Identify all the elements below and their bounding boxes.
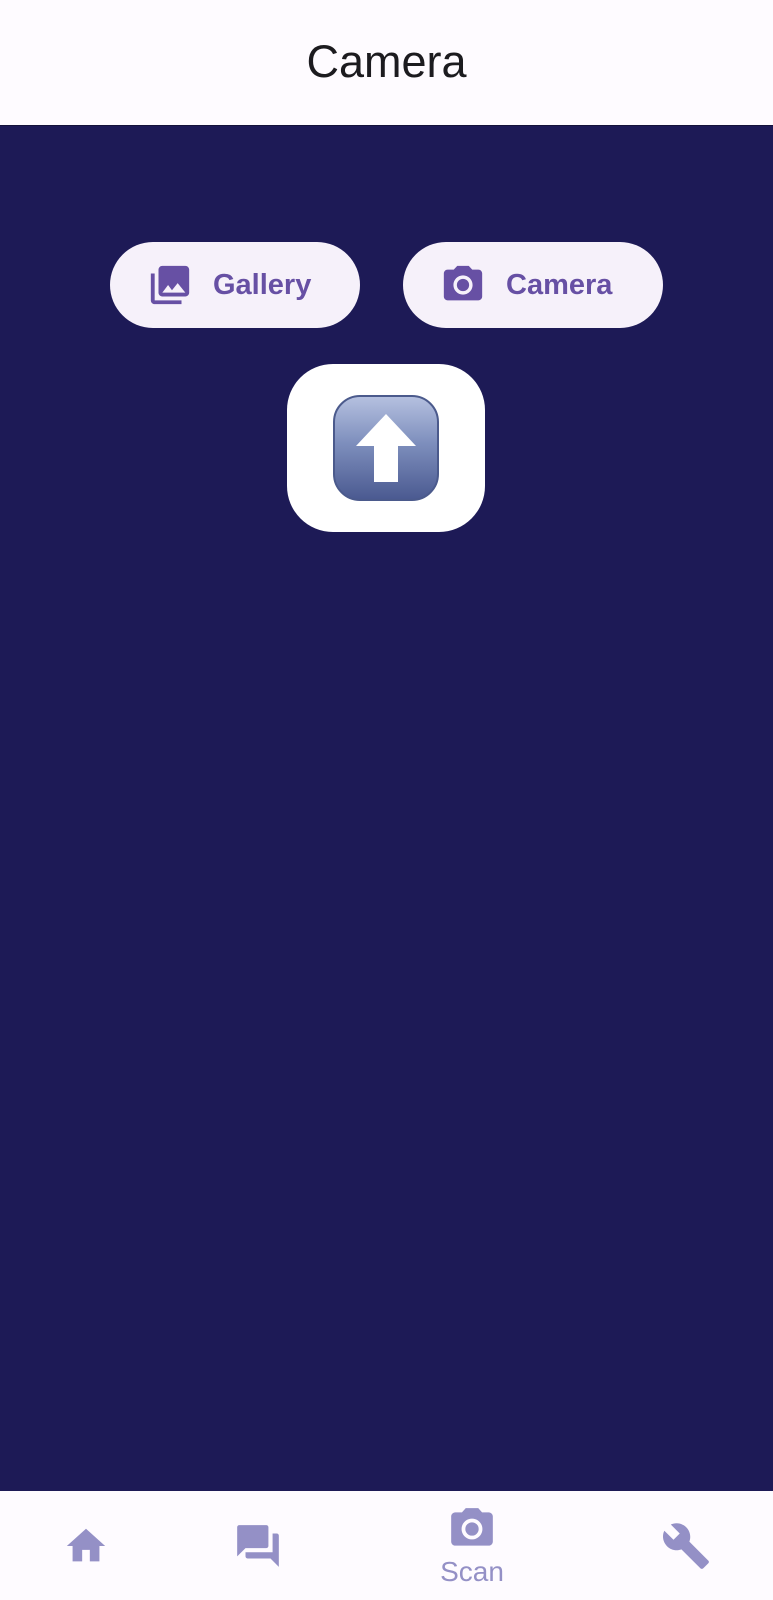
wrench-icon — [662, 1522, 709, 1569]
nav-home[interactable] — [46, 1491, 126, 1600]
camera-button-label: Camera — [506, 268, 613, 301]
nav-tools[interactable] — [646, 1491, 726, 1600]
nav-scan[interactable]: Scan — [422, 1491, 522, 1600]
camera-icon — [451, 1507, 493, 1546]
home-icon — [66, 1528, 106, 1561]
gallery-button-label: Gallery — [213, 268, 312, 301]
app-bar: Camera — [0, 0, 773, 126]
forum-icon — [237, 1524, 279, 1567]
up-arrow-button-icon — [333, 395, 439, 501]
camera-content: Gallery Camera — [0, 126, 773, 1491]
camera-button[interactable]: Camera — [403, 242, 663, 328]
page-title: Camera — [306, 35, 467, 87]
upload-image-card[interactable] — [287, 364, 485, 532]
nav-chat[interactable] — [218, 1491, 298, 1600]
bottom-navigation: Scan — [0, 1491, 773, 1600]
gallery-button[interactable]: Gallery — [110, 242, 360, 328]
photo-library-icon — [147, 262, 193, 308]
camera-icon — [440, 262, 486, 308]
nav-scan-label: Scan — [440, 1555, 504, 1587]
